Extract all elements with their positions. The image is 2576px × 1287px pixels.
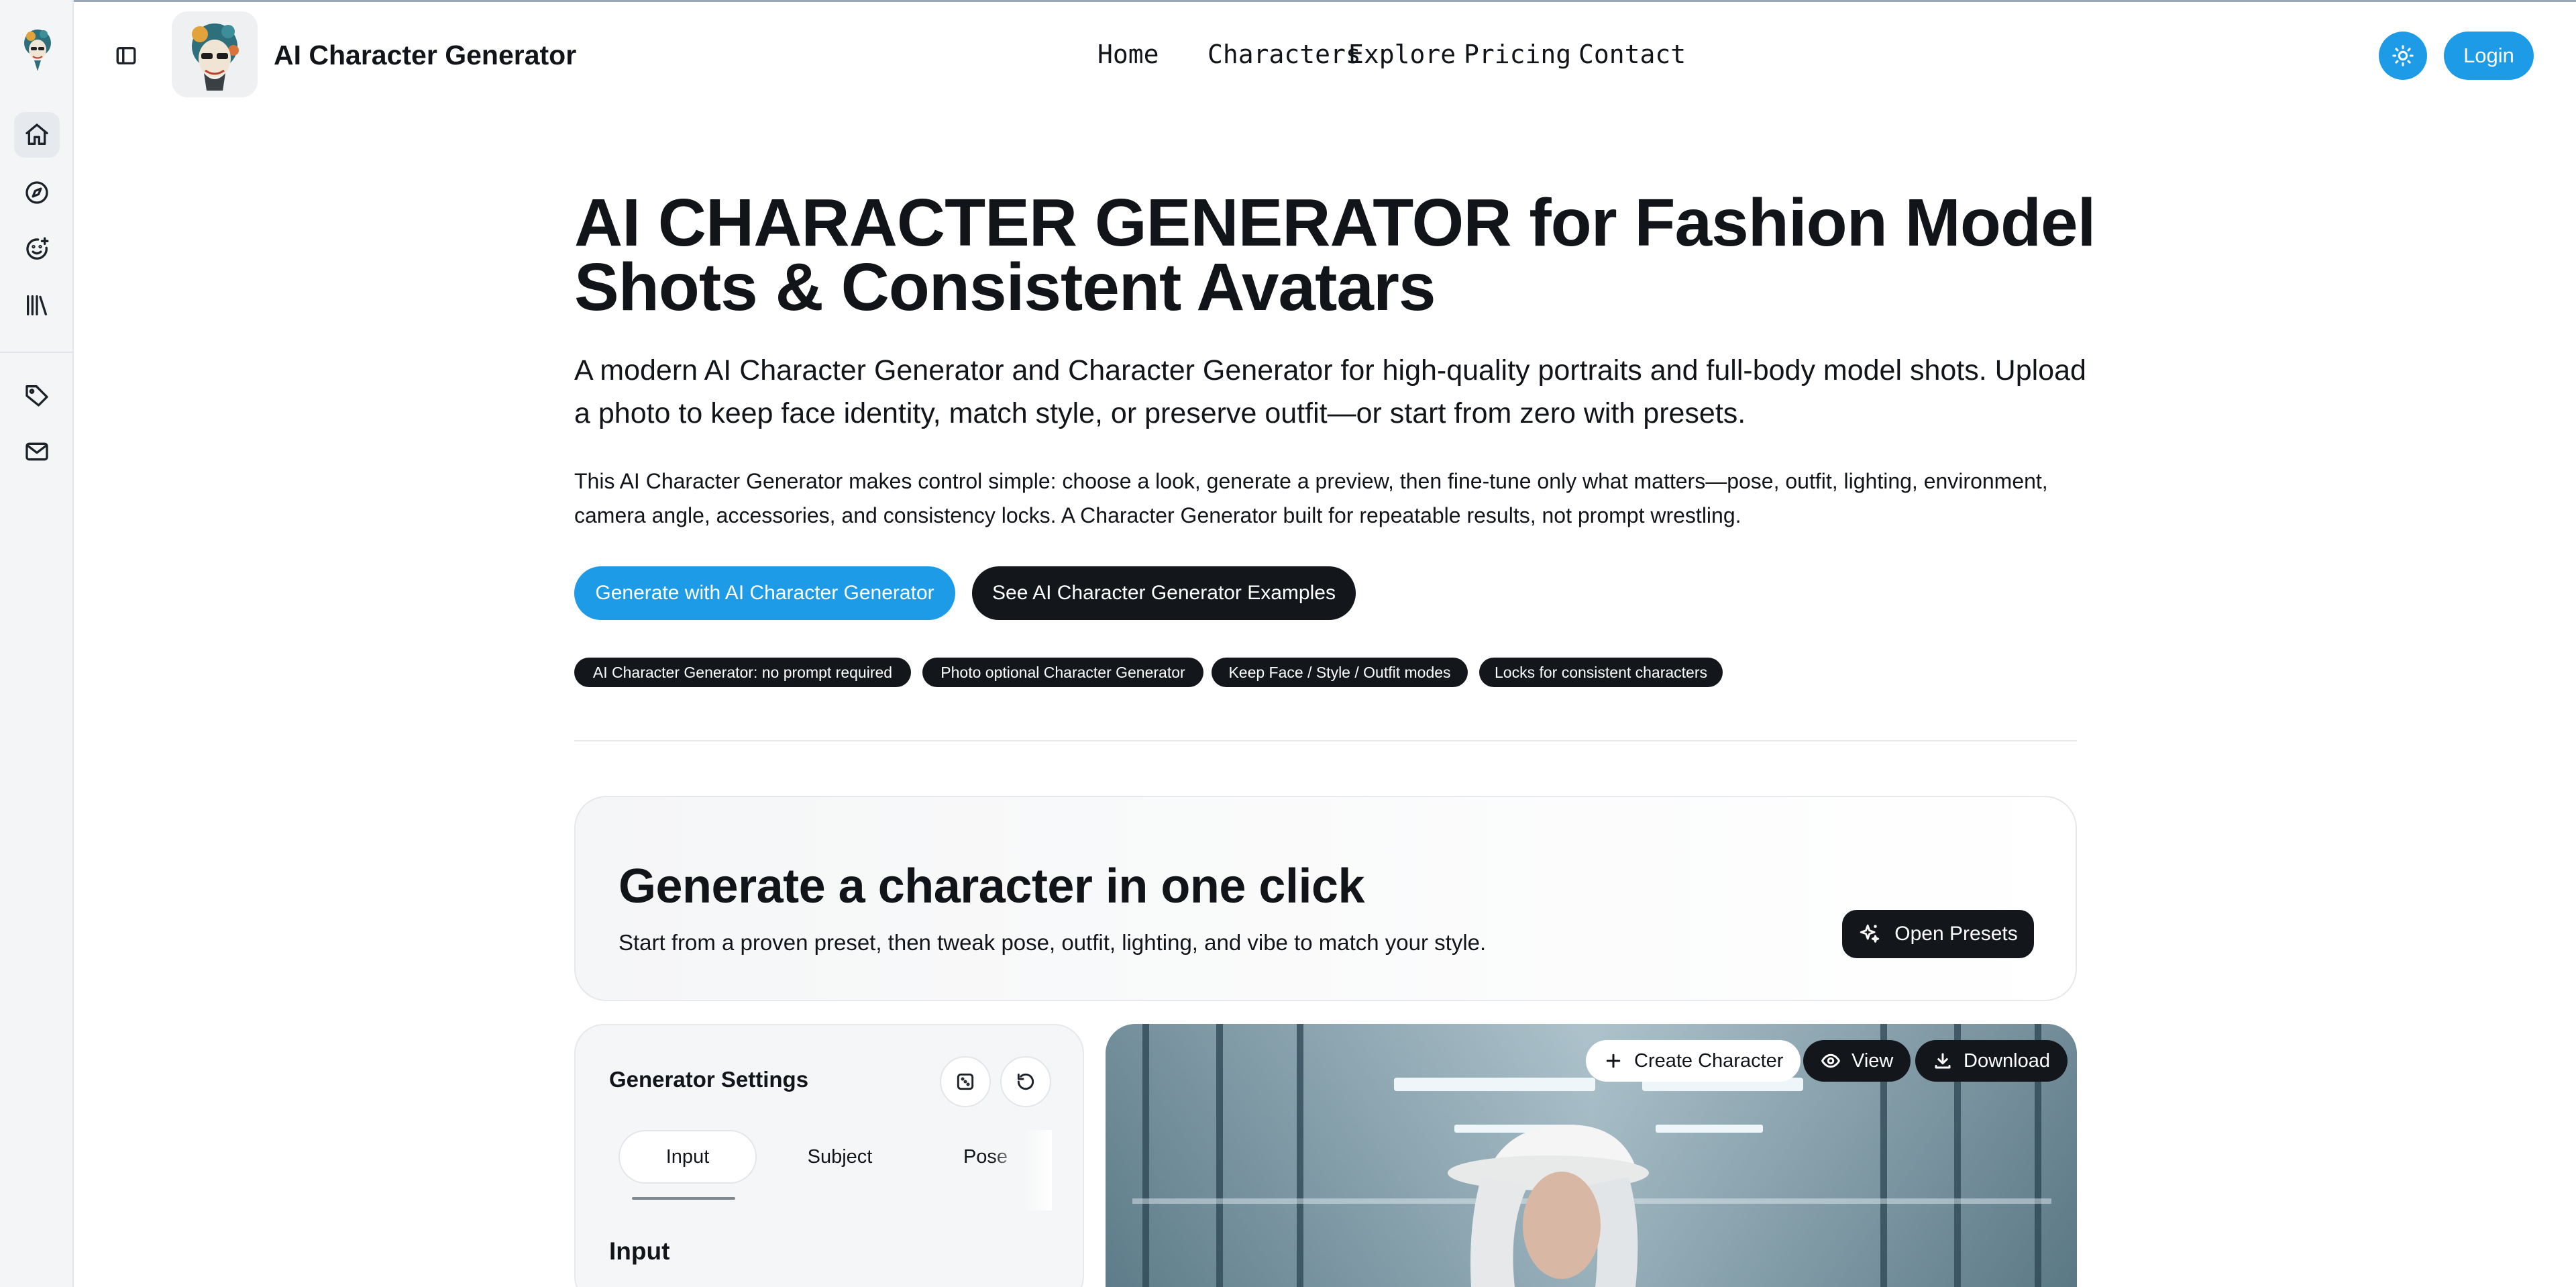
nav-characters[interactable]: Characters xyxy=(1208,40,1361,69)
feature-chip: AI Character Generator: no prompt requir… xyxy=(574,658,911,687)
brand-logo[interactable] xyxy=(172,11,258,97)
tabs-scroll-fade xyxy=(991,1130,1052,1211)
settings-title: Generator Settings xyxy=(609,1067,809,1092)
rail-characters[interactable] xyxy=(14,226,60,272)
rail-divider xyxy=(0,352,74,353)
rail-logo[interactable] xyxy=(18,23,57,76)
rail-contact[interactable] xyxy=(14,429,60,474)
randomize-button[interactable] xyxy=(940,1056,991,1107)
generate-button[interactable]: Generate with AI Character Generator xyxy=(574,566,955,620)
eye-icon xyxy=(1821,1053,1840,1068)
one-click-subtitle: Start from a proven preset, then tweak p… xyxy=(619,930,1487,955)
one-click-title: Generate a character in one click xyxy=(619,860,1365,913)
one-click-card: Generate a character in one click Start … xyxy=(574,796,2077,1001)
feature-chip: Keep Face / Style / Outfit modes xyxy=(1212,658,1468,687)
login-button[interactable]: Login xyxy=(2444,32,2534,80)
nav-pricing[interactable]: Pricing xyxy=(1464,40,1571,69)
library-icon xyxy=(27,295,48,315)
hero-title: AI CHARACTER GENERATOR for Fashion Model… xyxy=(574,185,2096,325)
preview-image[interactable]: Create Character View Download xyxy=(1106,1024,2077,1287)
open-presets-label: Open Presets xyxy=(1894,923,2018,945)
smiley-plus-icon xyxy=(26,237,49,260)
tab-subject[interactable]: Subject xyxy=(765,1130,915,1184)
sidebar-toggle-button[interactable] xyxy=(110,40,142,72)
section-divider xyxy=(574,740,2077,741)
theme-toggle-button[interactable] xyxy=(2379,32,2427,80)
view-label: View xyxy=(1851,1049,1894,1072)
download-label: Download xyxy=(1964,1049,2050,1072)
home-icon xyxy=(25,123,48,145)
create-character-label: Create Character xyxy=(1634,1049,1784,1072)
hero-lead: A modern AI Character Generator and Char… xyxy=(574,354,2086,429)
hero-body: This AI Character Generator makes contro… xyxy=(574,469,2048,527)
mail-icon xyxy=(25,442,48,461)
examples-button[interactable]: See AI Character Generator Examples xyxy=(972,566,1356,620)
rail-explore[interactable] xyxy=(14,170,60,215)
nav-home[interactable]: Home xyxy=(1097,40,1159,69)
view-button[interactable]: View xyxy=(1803,1040,1911,1082)
sun-icon xyxy=(2392,45,2414,66)
download-button[interactable]: Download xyxy=(1915,1040,2068,1082)
nav-explore[interactable]: Explore xyxy=(1348,40,1456,69)
create-character-button[interactable]: Create Character xyxy=(1586,1040,1801,1082)
feature-chip: Photo optional Character Generator xyxy=(922,658,1203,687)
brand-name[interactable]: AI Character Generator xyxy=(274,40,576,71)
generator-settings-panel: Generator Settings Input Subject Pose In… xyxy=(574,1024,1084,1287)
reset-button[interactable] xyxy=(1000,1056,1051,1107)
feature-chip: Locks for consistent characters xyxy=(1479,658,1723,687)
compass-icon xyxy=(25,181,48,204)
left-rail xyxy=(0,0,74,1287)
sidebar-icon xyxy=(116,46,136,65)
input-section-title: Input xyxy=(609,1237,670,1265)
download-icon xyxy=(1935,1053,1951,1069)
dice-icon xyxy=(957,1073,974,1090)
reset-icon xyxy=(1017,1073,1034,1090)
tag-icon xyxy=(25,385,48,407)
rail-pricing[interactable] xyxy=(14,372,60,418)
rail-library[interactable] xyxy=(14,282,60,328)
open-presets-button[interactable]: Open Presets xyxy=(1842,910,2034,958)
top-header: AI Character Generator Home Characters E… xyxy=(75,2,2576,108)
settings-tabs: Input Subject Pose xyxy=(619,1130,1052,1211)
nav-contact[interactable]: Contact xyxy=(1578,40,1686,69)
plus-icon xyxy=(1606,1053,1621,1068)
tab-input[interactable]: Input xyxy=(619,1130,757,1184)
sparkles-icon xyxy=(1860,924,1880,943)
active-tab-indicator xyxy=(632,1197,735,1200)
rail-home[interactable] xyxy=(14,112,60,158)
